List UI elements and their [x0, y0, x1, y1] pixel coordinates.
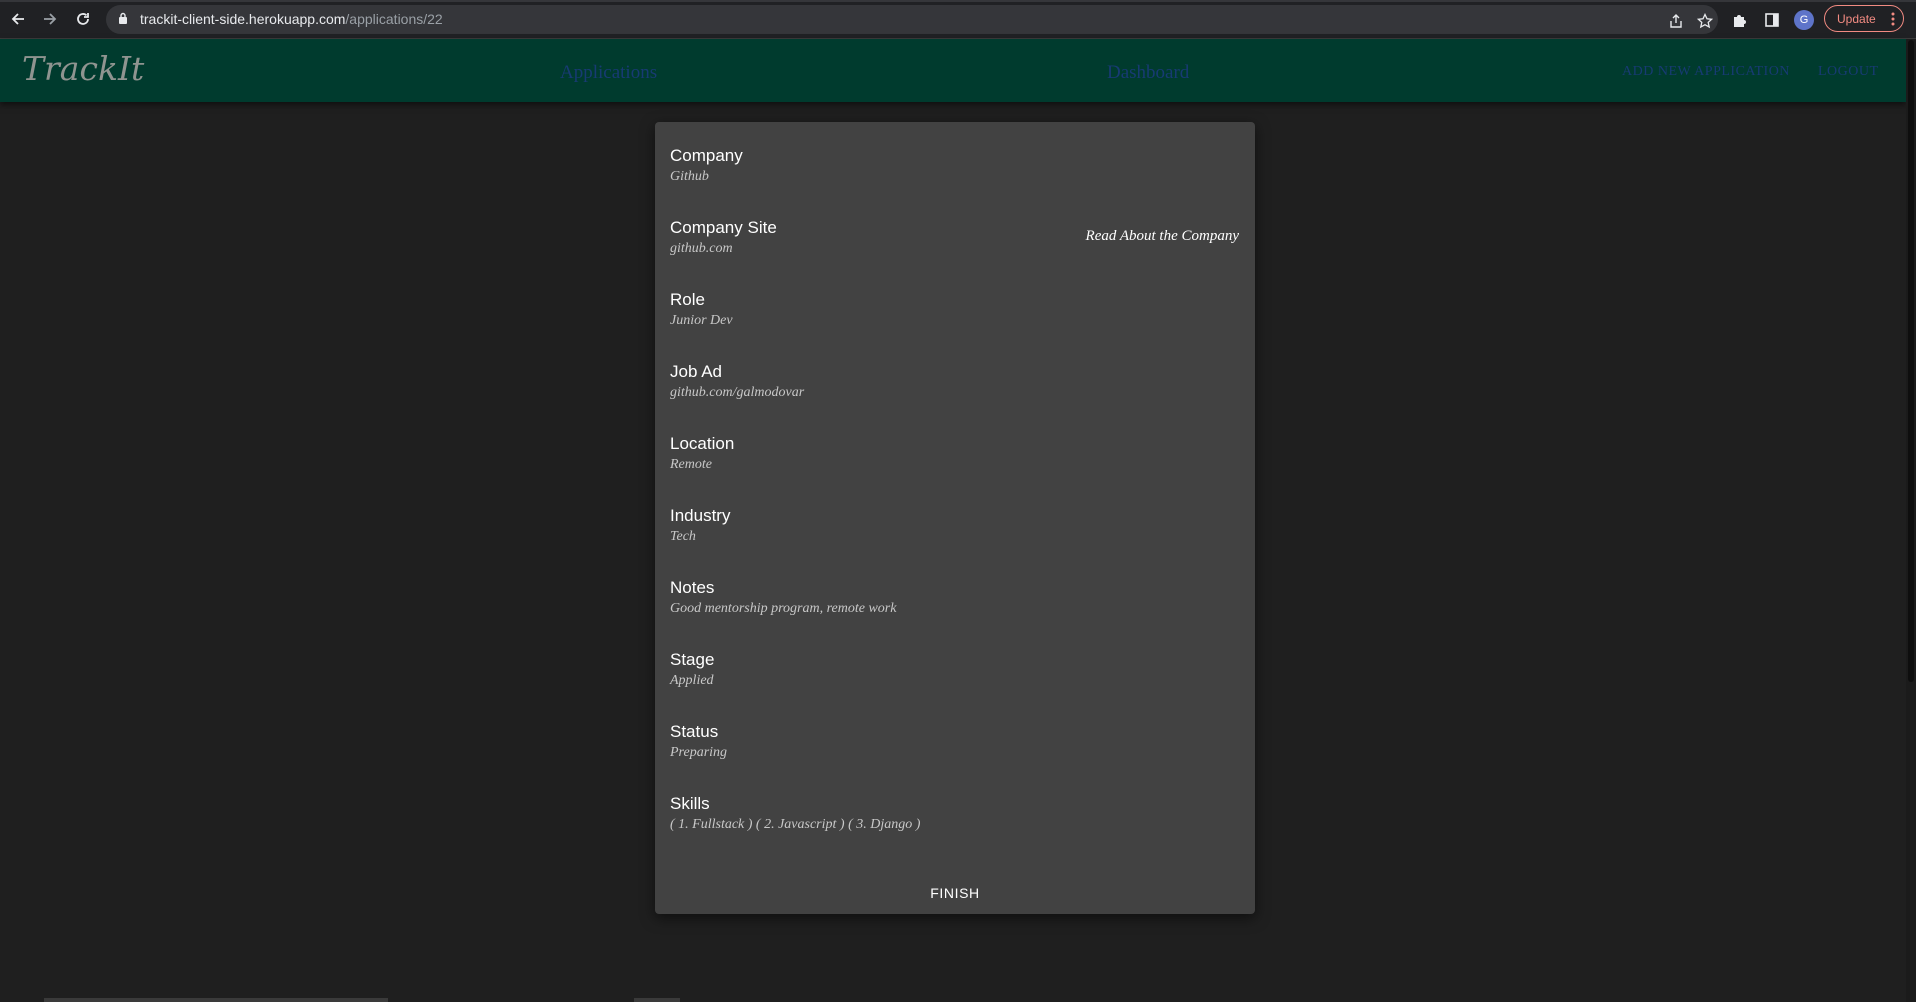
reload-icon: [77, 13, 89, 25]
tab-strip-edge: [0, 0, 1916, 2]
field-label: Status: [670, 722, 719, 741]
nav-applications[interactable]: Applications: [560, 62, 657, 84]
reload-button[interactable]: [71, 7, 95, 31]
field-value: Applied: [670, 673, 714, 688]
forward-button[interactable]: [38, 7, 62, 31]
back-button[interactable]: [6, 7, 30, 31]
page-scrollbar-thumb[interactable]: [1908, 40, 1914, 682]
browser-toolbar: trackit-client-side.herokuapp.com/applic…: [0, 0, 1916, 39]
address-bar[interactable]: trackit-client-side.herokuapp.com/applic…: [106, 5, 1718, 34]
read-about-company-link[interactable]: Read About the Company: [1086, 228, 1239, 245]
field-notes: Notes Good mentorship program, remote wo…: [670, 578, 1240, 618]
field-location: Location Remote: [670, 434, 1240, 474]
update-label: Update: [1837, 11, 1876, 26]
brand-logo[interactable]: TrackIt: [22, 49, 144, 88]
field-industry: Industry Tech: [670, 506, 1240, 546]
field-stage: Stage Applied: [670, 650, 1240, 690]
nav-dashboard[interactable]: Dashboard: [1107, 62, 1189, 84]
app-navbar: TrackIt Applications Dashboard ADD NEW A…: [0, 39, 1906, 102]
profile-avatar[interactable]: G: [1794, 10, 1814, 30]
field-skills: Skills ( 1. Fullstack ) ( 2. Javascript …: [670, 794, 1240, 834]
field-role: Role Junior Dev: [670, 290, 1240, 330]
bookmark-star-icon[interactable]: [1696, 12, 1714, 30]
field-value: Junior Dev: [670, 313, 733, 328]
update-button[interactable]: Update: [1824, 5, 1904, 32]
field-value: Tech: [670, 529, 696, 544]
share-icon[interactable]: [1667, 12, 1685, 30]
field-company: Company Github: [670, 146, 1240, 186]
field-value: Good mentorship program, remote work: [670, 601, 897, 616]
field-value: ( 1. Fullstack ) ( 2. Javascript ) ( 3. …: [670, 817, 921, 832]
field-label: Job Ad: [670, 362, 722, 381]
field-value: Preparing: [670, 745, 728, 760]
field-label: Company: [670, 146, 743, 165]
field-label: Industry: [670, 506, 731, 525]
field-label: Stage: [670, 650, 715, 669]
side-panel-icon[interactable]: [1762, 10, 1782, 30]
url-host: trackit-client-side.herokuapp.com: [140, 11, 346, 27]
nav-add-new-application[interactable]: ADD NEW APPLICATION: [1622, 64, 1790, 80]
field-label: Role: [670, 290, 705, 309]
field-value: Github: [670, 169, 709, 184]
arrow-left-icon: [11, 13, 24, 25]
more-vertical-icon: [1891, 12, 1895, 29]
field-value: Remote: [670, 457, 712, 472]
url-text: trackit-client-side.herokuapp.com/applic…: [140, 11, 443, 27]
lock-icon: [118, 12, 128, 30]
field-status: Status Preparing: [670, 722, 1240, 762]
field-label: Location: [670, 434, 735, 453]
field-job-ad: Job Ad github.com/galmodovar: [670, 362, 1240, 402]
nav-logout[interactable]: LOGOUT: [1818, 64, 1879, 80]
application-detail-card: Company Github Company Site github.com R…: [655, 122, 1255, 914]
arrow-right-icon: [44, 13, 57, 25]
bottom-scroll-indicator: [634, 998, 680, 1002]
field-label: Skills: [670, 794, 710, 813]
field-value: github.com/galmodovar: [670, 385, 805, 400]
extensions-puzzle-icon[interactable]: [1730, 10, 1750, 30]
field-label: Notes: [670, 578, 715, 597]
finish-button[interactable]: FINISH: [655, 885, 1255, 901]
bottom-scroll-indicator: [44, 998, 388, 1002]
url-path: /applications/22: [345, 11, 443, 27]
